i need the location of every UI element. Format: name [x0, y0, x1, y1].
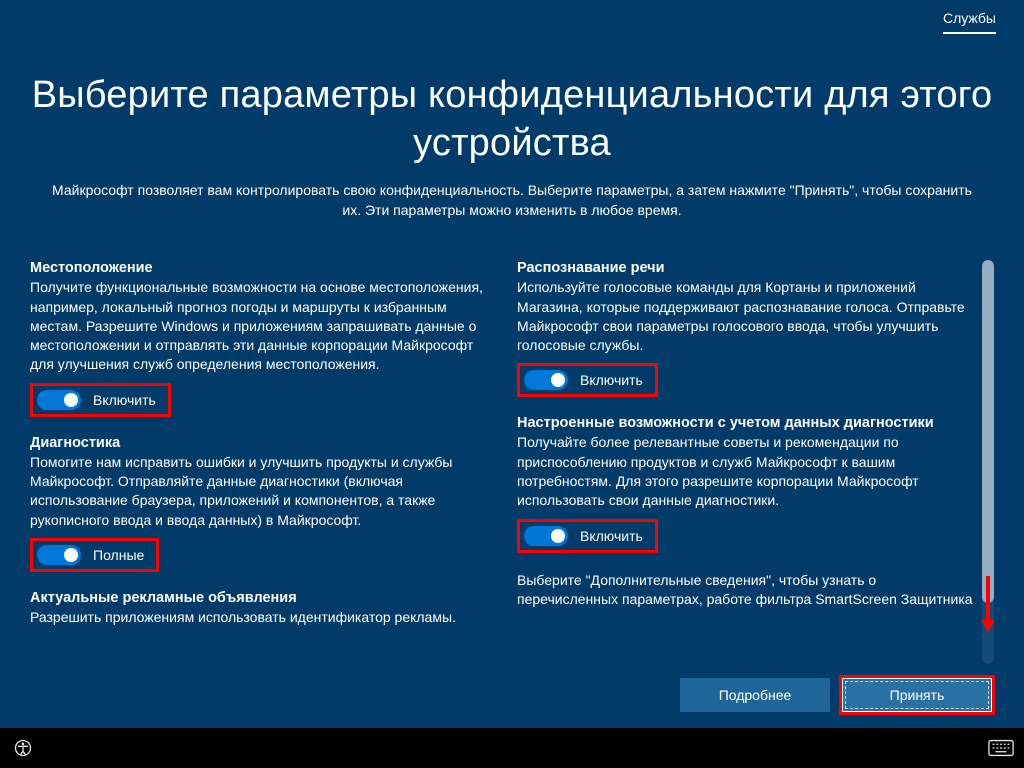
- setting-tailored: Настроенные возможности с учетом данных …: [517, 415, 976, 552]
- toggle-switch-icon: [524, 526, 568, 546]
- toggle-diagnostics[interactable]: Полные: [30, 538, 159, 572]
- setting-tailored-title: Настроенные возможности с учетом данных …: [517, 415, 976, 431]
- setting-diagnostics-title: Диагностика: [30, 435, 489, 451]
- bottombar: [0, 728, 1024, 768]
- toggle-diagnostics-label: Полные: [93, 547, 144, 563]
- setting-speech-desc: Используйте голосовые команды для Кортан…: [517, 278, 976, 355]
- setting-speech-title: Распознавание речи: [517, 260, 976, 276]
- setting-ads: Актуальные рекламные объявления Разрешит…: [30, 590, 489, 627]
- setting-tailored-desc: Получайте более релевантные советы и рек…: [517, 433, 976, 510]
- toggle-switch-icon: [37, 545, 81, 565]
- settings-column-left: Местоположение Получите функциональные в…: [30, 260, 489, 664]
- setting-location-desc: Получите функциональные возможности на о…: [30, 278, 489, 375]
- learn-more-button[interactable]: Подробнее: [680, 678, 830, 712]
- toggle-tailored[interactable]: Включить: [517, 519, 658, 553]
- setting-ads-desc: Разрешить приложениям использовать идент…: [30, 608, 489, 627]
- button-row: Подробнее Принять: [30, 678, 994, 712]
- scrollbar[interactable]: [982, 260, 994, 664]
- scrollbar-thumb[interactable]: [982, 260, 994, 603]
- setting-diagnostics-desc: Помогите нам исправить ошибки и улучшить…: [30, 453, 489, 530]
- toggle-speech[interactable]: Включить: [517, 363, 658, 397]
- page-intro: Майкрософт позволяет вам контролировать …: [52, 181, 972, 220]
- accept-button[interactable]: Принять: [842, 678, 992, 712]
- keyboard-icon[interactable]: [988, 735, 1014, 761]
- tab-services[interactable]: Службы: [943, 10, 996, 34]
- setting-location: Местоположение Получите функциональные в…: [30, 260, 489, 417]
- setting-location-title: Местоположение: [30, 260, 489, 276]
- ease-of-access-icon[interactable]: [10, 735, 36, 761]
- toggle-tailored-label: Включить: [580, 528, 643, 544]
- page-title: Выберите параметры конфиденциальности дл…: [30, 72, 994, 167]
- setting-speech: Распознавание речи Используйте голосовые…: [517, 260, 976, 397]
- setting-ads-title: Актуальные рекламные объявления: [30, 590, 489, 606]
- settings-scroll-area: Местоположение Получите функциональные в…: [30, 260, 994, 664]
- toggle-switch-icon: [37, 390, 81, 410]
- settings-column-right: Распознавание речи Используйте голосовые…: [517, 260, 976, 664]
- toggle-location-label: Включить: [93, 392, 156, 408]
- page: Выберите параметры конфиденциальности дл…: [30, 58, 994, 712]
- settings-footnote: Выберите "Дополнительные сведения", чтоб…: [517, 571, 976, 610]
- toggle-speech-label: Включить: [580, 372, 643, 388]
- setting-diagnostics: Диагностика Помогите нам исправить ошибк…: [30, 435, 489, 572]
- toggle-switch-icon: [524, 370, 568, 390]
- toggle-location[interactable]: Включить: [30, 383, 171, 417]
- topbar: Службы: [0, 0, 1024, 44]
